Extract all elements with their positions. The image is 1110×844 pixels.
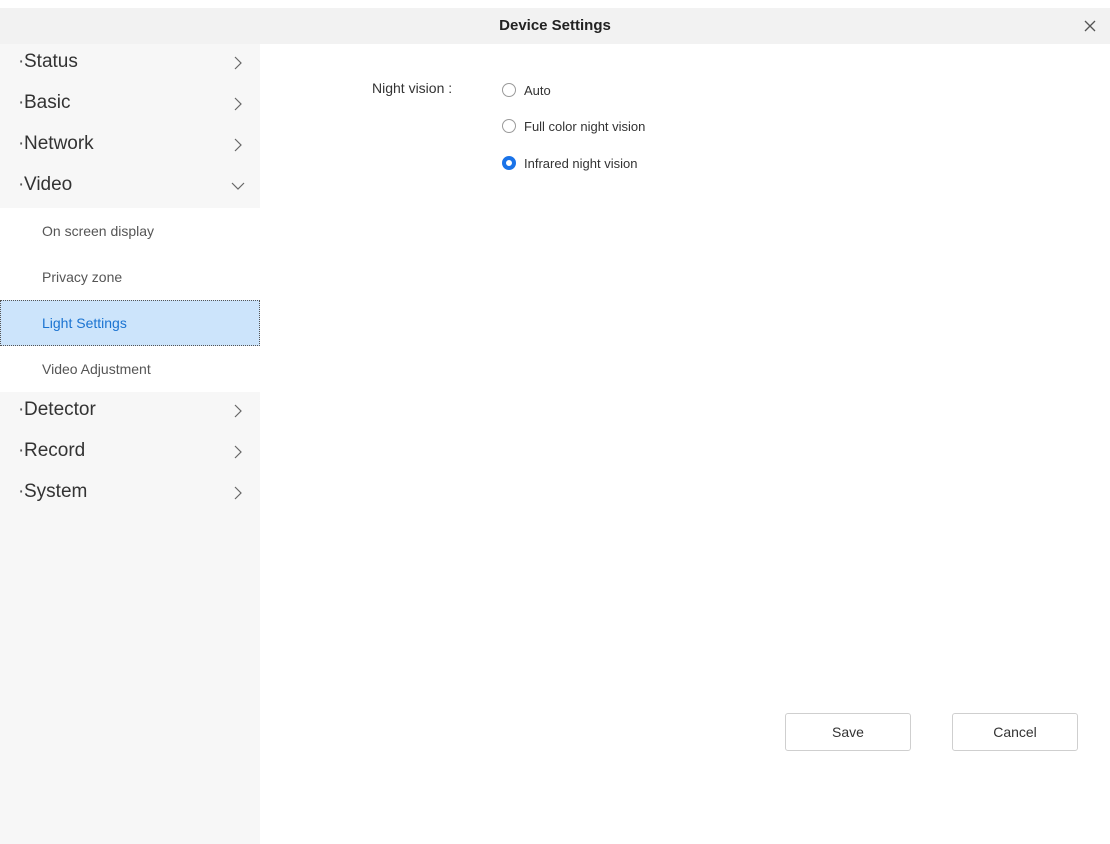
- sidebar-item-label: Status: [18, 44, 78, 80]
- sidebar-item-network[interactable]: Network: [0, 126, 260, 167]
- chevron-right-icon: [234, 445, 242, 459]
- sidebar-item-status[interactable]: Status: [0, 44, 260, 85]
- radio-label: Full color night vision: [524, 119, 646, 134]
- chevron-right-icon: [234, 56, 242, 70]
- submenu-item-light-settings[interactable]: Light Settings: [0, 300, 260, 346]
- chevron-right-icon: [234, 97, 242, 111]
- radio-button[interactable]: [502, 119, 516, 133]
- chevron-down-icon: [231, 182, 245, 190]
- sidebar: Status Basic Network Video On screen dis…: [0, 44, 260, 844]
- submenu-item-video-adjustment[interactable]: Video Adjustment: [0, 346, 260, 392]
- radio-button-selected[interactable]: [502, 156, 516, 170]
- close-button[interactable]: [1078, 14, 1102, 38]
- sidebar-item-video[interactable]: Video: [0, 167, 260, 208]
- video-submenu: On screen display Privacy zone Light Set…: [0, 208, 260, 392]
- night-vision-label: Night vision :: [372, 80, 453, 96]
- sidebar-item-label: Detector: [18, 392, 96, 428]
- sidebar-item-record[interactable]: Record: [0, 433, 260, 474]
- radio-label: Auto: [524, 83, 551, 98]
- sidebar-item-system[interactable]: System: [0, 474, 260, 515]
- sidebar-item-label: Basic: [18, 85, 71, 121]
- radio-label: Infrared night vision: [524, 156, 638, 171]
- title-bar: Device Settings: [0, 8, 1110, 44]
- sidebar-item-label: Video: [18, 167, 72, 203]
- sidebar-item-detector[interactable]: Detector: [0, 392, 260, 433]
- settings-content: Night vision : Auto Full color night vis…: [260, 44, 1110, 844]
- sidebar-item-label: Network: [18, 126, 94, 162]
- chevron-right-icon: [234, 138, 242, 152]
- save-button[interactable]: Save: [785, 713, 911, 751]
- cancel-button[interactable]: Cancel: [952, 713, 1078, 751]
- sidebar-item-label: System: [18, 474, 87, 510]
- radio-button[interactable]: [502, 83, 516, 97]
- submenu-item-on-screen-display[interactable]: On screen display: [0, 208, 260, 254]
- close-icon: [1084, 20, 1096, 32]
- chevron-right-icon: [234, 404, 242, 418]
- chevron-right-icon: [234, 486, 242, 500]
- sidebar-item-label: Record: [18, 433, 85, 469]
- sidebar-item-basic[interactable]: Basic: [0, 85, 260, 126]
- submenu-item-privacy-zone[interactable]: Privacy zone: [0, 254, 260, 300]
- window-title: Device Settings: [499, 17, 611, 34]
